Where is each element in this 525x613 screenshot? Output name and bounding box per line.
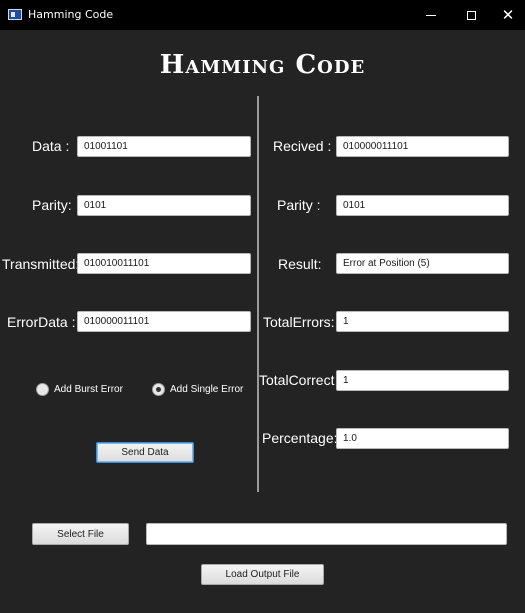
right-parity-input[interactable]: 0101 xyxy=(336,195,509,216)
received-label: Recived : xyxy=(273,138,332,154)
radio-checked-icon xyxy=(152,383,165,396)
single-error-label: Add Single Error xyxy=(170,384,244,395)
burst-error-label: Add Burst Error xyxy=(54,384,123,395)
select-file-button[interactable]: Select File xyxy=(32,523,129,545)
errordata-label: ErrorData : xyxy=(7,314,76,330)
minimize-icon xyxy=(426,14,436,16)
received-input[interactable]: 010000011101 xyxy=(336,136,509,157)
window-title: Hamming Code xyxy=(28,8,114,21)
transmitted-input[interactable]: 010010011101 xyxy=(77,253,251,274)
burst-error-radio[interactable]: Add Burst Error xyxy=(36,383,123,396)
file-path-input[interactable] xyxy=(146,523,507,545)
minimize-button[interactable] xyxy=(411,0,451,30)
transmitted-label: Transmitted: xyxy=(2,256,80,272)
percentage-input[interactable]: 1.0 xyxy=(336,428,509,449)
single-error-radio[interactable]: Add Single Error xyxy=(152,383,243,396)
load-output-file-button[interactable]: Load Output File xyxy=(201,564,324,585)
errordata-input[interactable]: 010000011101 xyxy=(77,311,251,332)
radio-unchecked-icon xyxy=(36,383,49,396)
right-parity-label: Parity : xyxy=(277,197,321,213)
page-title: Hamming Code xyxy=(159,50,366,80)
data-label: Data : xyxy=(32,138,70,154)
window-titlebar[interactable]: Hamming Code ✕ xyxy=(0,0,525,30)
data-input[interactable]: 01001101 xyxy=(77,136,251,157)
parity-input[interactable]: 0101 xyxy=(77,195,251,216)
app-icon xyxy=(8,9,22,20)
result-label: Result: xyxy=(278,256,322,272)
send-data-button[interactable]: Send Data xyxy=(96,442,194,463)
parity-label: Parity: xyxy=(32,197,72,213)
total-correct-input[interactable]: 1 xyxy=(336,370,509,391)
result-input[interactable]: Error at Position (5) xyxy=(336,253,509,274)
total-errors-label: TotalErrors: xyxy=(263,314,335,330)
total-correct-label: TotalCorrect xyxy=(259,372,335,388)
close-icon: ✕ xyxy=(501,5,515,24)
vertical-divider xyxy=(257,96,259,492)
maximize-button[interactable] xyxy=(451,0,491,30)
close-button[interactable]: ✕ xyxy=(488,0,525,30)
total-errors-input[interactable]: 1 xyxy=(336,311,509,332)
percentage-label: Percentage: xyxy=(262,430,338,446)
maximize-icon xyxy=(466,10,476,20)
